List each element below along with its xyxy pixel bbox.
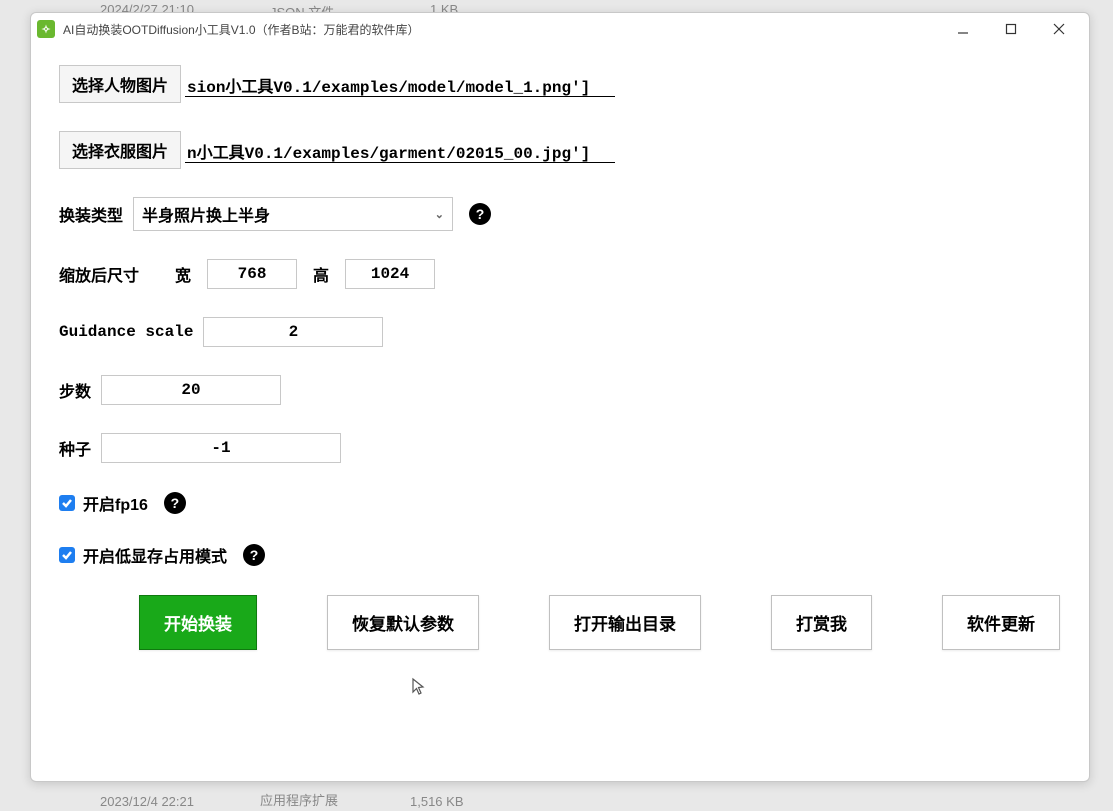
fp16-row: 开启fp16 ?	[59, 491, 1061, 515]
steps-label: 步数	[59, 378, 91, 402]
seed-row: 种子	[59, 433, 1061, 463]
select-person-image-button[interactable]: 选择人物图片	[59, 65, 181, 103]
person-image-row: 选择人物图片	[59, 65, 1061, 103]
fp16-label: 开启fp16	[83, 491, 148, 515]
update-button[interactable]: 软件更新	[942, 595, 1060, 650]
guidance-input[interactable]	[203, 317, 383, 347]
guidance-label: Guidance scale	[59, 323, 193, 341]
lowvram-row: 开启低显存占用模式 ?	[59, 543, 1061, 567]
window-title: AI自动换装OOTDiffusion小工具V1.0（作者B站：万能君的软件库）	[63, 21, 949, 38]
help-icon[interactable]: ?	[469, 203, 491, 225]
main-window: ✧ AI自动换装OOTDiffusion小工具V1.0（作者B站：万能君的软件库…	[30, 12, 1090, 782]
content-area: 选择人物图片 选择衣服图片 换装类型 半身照片换上半身 ⌄ ? 缩放后尺寸 宽 …	[31, 45, 1089, 781]
action-buttons: 开始换装 恢复默认参数 打开输出目录 打赏我 软件更新	[59, 595, 1061, 650]
person-image-path-input[interactable]	[185, 72, 615, 97]
width-input[interactable]	[207, 259, 297, 289]
bg-file-type-2: 应用程序扩展	[260, 790, 338, 809]
tryon-type-row: 换装类型 半身照片换上半身 ⌄ ?	[59, 197, 1061, 231]
minimize-button[interactable]	[949, 17, 977, 41]
seed-label: 种子	[59, 436, 91, 460]
tryon-type-label: 换装类型	[59, 202, 123, 226]
close-button[interactable]	[1045, 17, 1073, 41]
open-output-button[interactable]: 打开输出目录	[549, 595, 701, 650]
resize-row: 缩放后尺寸 宽 高	[59, 259, 1061, 289]
lowvram-checkbox[interactable]	[59, 547, 75, 563]
donate-button[interactable]: 打赏我	[771, 595, 872, 650]
guidance-row: Guidance scale	[59, 317, 1061, 347]
tryon-type-dropdown[interactable]: 半身照片换上半身 ⌄	[133, 197, 453, 231]
garment-image-path-input[interactable]	[185, 138, 615, 163]
tryon-type-value: 半身照片换上半身	[142, 202, 270, 226]
help-icon[interactable]: ?	[164, 492, 186, 514]
steps-row: 步数	[59, 375, 1061, 405]
height-input[interactable]	[345, 259, 435, 289]
width-label: 宽	[175, 262, 191, 286]
maximize-button[interactable]	[997, 17, 1025, 41]
app-icon: ✧	[37, 20, 55, 38]
fp16-checkbox[interactable]	[59, 495, 75, 511]
chevron-down-icon: ⌄	[435, 208, 444, 221]
height-label: 高	[313, 262, 329, 286]
garment-image-row: 选择衣服图片	[59, 131, 1061, 169]
bg-file-size-2: 1,516 KB	[410, 794, 464, 809]
select-garment-image-button[interactable]: 选择衣服图片	[59, 131, 181, 169]
help-icon[interactable]: ?	[243, 544, 265, 566]
window-controls	[949, 17, 1083, 41]
titlebar: ✧ AI自动换装OOTDiffusion小工具V1.0（作者B站：万能君的软件库…	[31, 13, 1089, 45]
steps-input[interactable]	[101, 375, 281, 405]
lowvram-label: 开启低显存占用模式	[83, 543, 227, 567]
resize-label: 缩放后尺寸	[59, 262, 139, 286]
cursor-icon	[411, 677, 427, 697]
reset-button[interactable]: 恢复默认参数	[327, 595, 479, 650]
seed-input[interactable]	[101, 433, 341, 463]
bg-file-date-2: 2023/12/4 22:21	[100, 794, 194, 809]
start-button[interactable]: 开始换装	[139, 595, 257, 650]
